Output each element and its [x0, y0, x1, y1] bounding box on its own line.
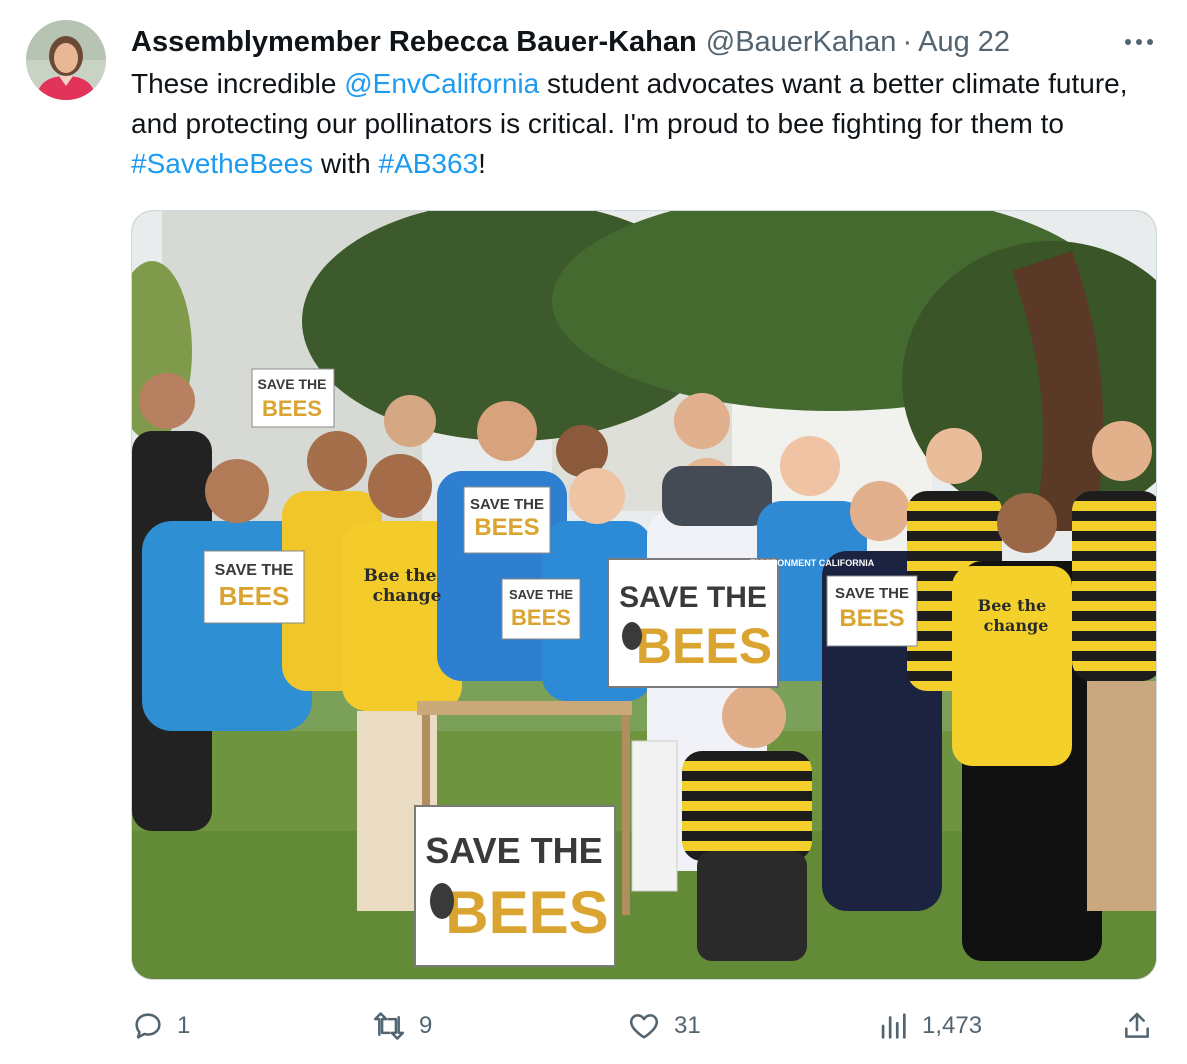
tweet-photo[interactable]: SAVE THE BEES SAVE THE BEES SAVE THE BEE… [131, 210, 1157, 980]
views-count: 1,473 [922, 1012, 983, 1039]
svg-text:SAVE THE: SAVE THE [470, 496, 544, 513]
share-button[interactable] [1121, 1003, 1165, 1049]
retweet-count: 9 [419, 1012, 433, 1039]
reply-icon [135, 1013, 161, 1039]
sign-small-4: SAVE THE BEES [501, 578, 581, 640]
views-icon [881, 1013, 906, 1039]
author-name[interactable]: Assemblymember Rebecca Bauer-Kahan [131, 26, 697, 59]
tweet-text: These incredible @EnvCalifornia student … [131, 64, 1161, 184]
tweet-text-segment: ! [478, 148, 486, 179]
hashtag-link[interactable]: #AB363 [379, 148, 479, 179]
avatar-image [26, 20, 106, 100]
svg-text:SAVE THE: SAVE THE [835, 585, 909, 602]
sign-small-5: SAVE THE BEES [826, 575, 918, 647]
svg-text:BEES: BEES [262, 396, 322, 421]
svg-text:SAVE THE: SAVE THE [258, 376, 327, 392]
sign-small-3: SAVE THE BEES [463, 486, 551, 554]
separator-dot: · [902, 25, 913, 58]
svg-text:ENVIRONMENT CALIFORNIA: ENVIRONMENT CALIFORNIA [750, 558, 875, 568]
retweet-button[interactable]: 9 [371, 1003, 432, 1049]
sign-small-2: SAVE THE BEES [203, 550, 305, 624]
tweet-text-segment: These incredible [131, 68, 345, 99]
retweet-icon [373, 1012, 405, 1040]
svg-text:SAVE THE: SAVE THE [215, 562, 294, 579]
svg-text:BEES: BEES [474, 514, 539, 541]
like-count: 31 [674, 1012, 701, 1039]
svg-text:BEES: BEES [839, 605, 904, 632]
hashtag-link[interactable]: #SavetheBees [131, 148, 313, 179]
tweet-header: Assemblymember Rebecca Bauer-Kahan @Baue… [131, 22, 1157, 62]
svg-text:SAVE THE: SAVE THE [509, 587, 573, 602]
like-button[interactable]: 31 [626, 1003, 701, 1049]
svg-text:SAVE THE: SAVE THE [619, 581, 767, 614]
tweet-date[interactable]: Aug 22 [918, 26, 1010, 59]
share-icon [1125, 1012, 1149, 1038]
reply-count: 1 [177, 1012, 191, 1039]
tweet-actions: 1 9 31 1,473 [131, 1003, 1161, 1049]
svg-text:BEES: BEES [219, 581, 290, 611]
svg-text:change: change [984, 616, 1049, 635]
mention-link[interactable]: @EnvCalifornia [344, 68, 539, 99]
more-button[interactable] [1121, 24, 1157, 60]
svg-text:Bee the: Bee the [978, 596, 1047, 615]
svg-text:BEES: BEES [511, 605, 571, 630]
heart-icon [629, 1014, 659, 1039]
svg-text:SAVE THE: SAVE THE [425, 830, 602, 871]
svg-text:BEES: BEES [636, 618, 772, 674]
svg-text:BEES: BEES [445, 879, 608, 946]
tweet-text-segment: with [313, 148, 379, 179]
more-icon [1125, 39, 1153, 45]
sign-large-center: SAVE THE BEES [607, 558, 779, 688]
sign-ground: SAVE THE BEES [414, 805, 616, 967]
views-button[interactable]: 1,473 [876, 1003, 982, 1049]
svg-text:Bee the: Bee the [364, 566, 437, 586]
photo-illustration: SAVE THE BEES SAVE THE BEES SAVE THE BEE… [132, 211, 1156, 979]
svg-text:change: change [373, 586, 442, 606]
author-handle[interactable]: @BauerKahan [706, 26, 897, 59]
avatar[interactable] [26, 20, 106, 100]
reply-button[interactable]: 1 [131, 1003, 190, 1049]
sign-small-1: SAVE THE BEES [251, 368, 335, 428]
